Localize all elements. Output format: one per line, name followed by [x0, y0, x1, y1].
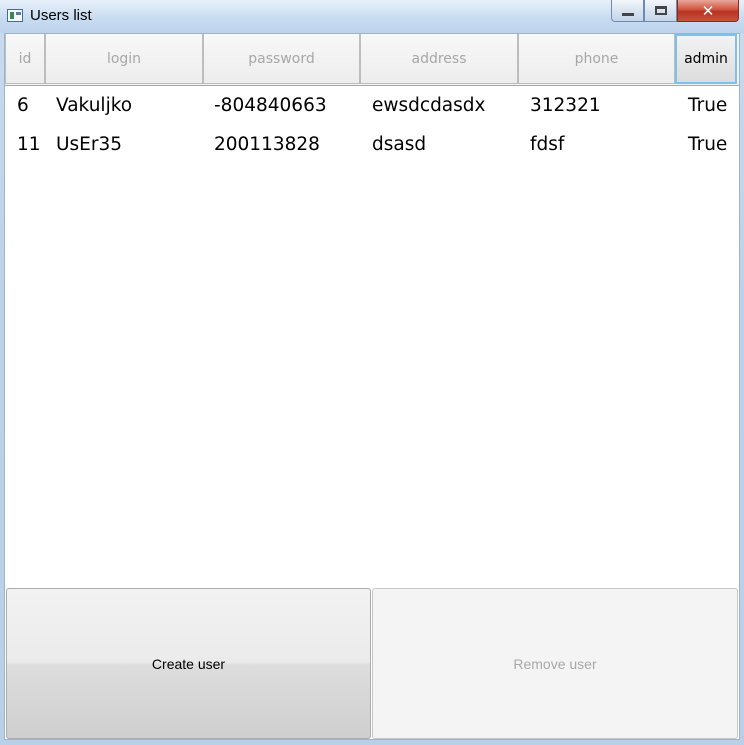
table-body: 6 Vakuljko -804840663 ewsdcdasdx 312321 … [5, 86, 739, 164]
cell-address: dsasd [372, 134, 427, 155]
remove-user-button[interactable]: Remove user [372, 588, 738, 739]
title-bar[interactable]: Users list ✕ [0, 0, 744, 33]
maximize-icon [654, 6, 667, 15]
cell-admin: True [688, 95, 728, 116]
minimize-icon [621, 13, 634, 16]
cell-phone: fdsf [530, 134, 565, 155]
create-user-button[interactable]: Create user [6, 588, 371, 739]
app-window-icon [7, 9, 23, 22]
cell-password: -804840663 [214, 95, 327, 116]
maximize-button[interactable] [644, 0, 677, 22]
cell-login: Vakuljko [56, 95, 133, 116]
column-header-password[interactable]: password [203, 34, 360, 84]
window-title: Users list [30, 7, 92, 24]
table-header: id login password address phone admin [5, 34, 739, 86]
cell-address: ewsdcdasdx [372, 95, 486, 116]
column-header-phone[interactable]: phone [518, 34, 675, 84]
column-header-login[interactable]: login [45, 34, 203, 84]
cell-login: UsEr35 [56, 134, 123, 155]
cell-id: 11 [17, 134, 41, 155]
column-header-admin[interactable]: admin [675, 34, 737, 84]
column-header-address[interactable]: address [360, 34, 518, 84]
column-header-id[interactable]: id [5, 34, 45, 84]
minimize-button[interactable] [611, 0, 644, 22]
table-row[interactable]: 11 UsEr35 200113828 dsasd fdsf True [5, 125, 739, 164]
close-icon: ✕ [701, 1, 715, 20]
cell-id: 6 [17, 95, 29, 116]
app-window: Users list ✕ id login password address p… [0, 0, 744, 745]
cell-admin: True [688, 134, 728, 155]
close-button[interactable]: ✕ [677, 0, 739, 22]
table-row[interactable]: 6 Vakuljko -804840663 ewsdcdasdx 312321 … [5, 86, 739, 125]
cell-password: 200113828 [214, 134, 320, 155]
cell-phone: 312321 [530, 95, 601, 116]
client-area: id login password address phone admin 6 … [4, 33, 740, 740]
